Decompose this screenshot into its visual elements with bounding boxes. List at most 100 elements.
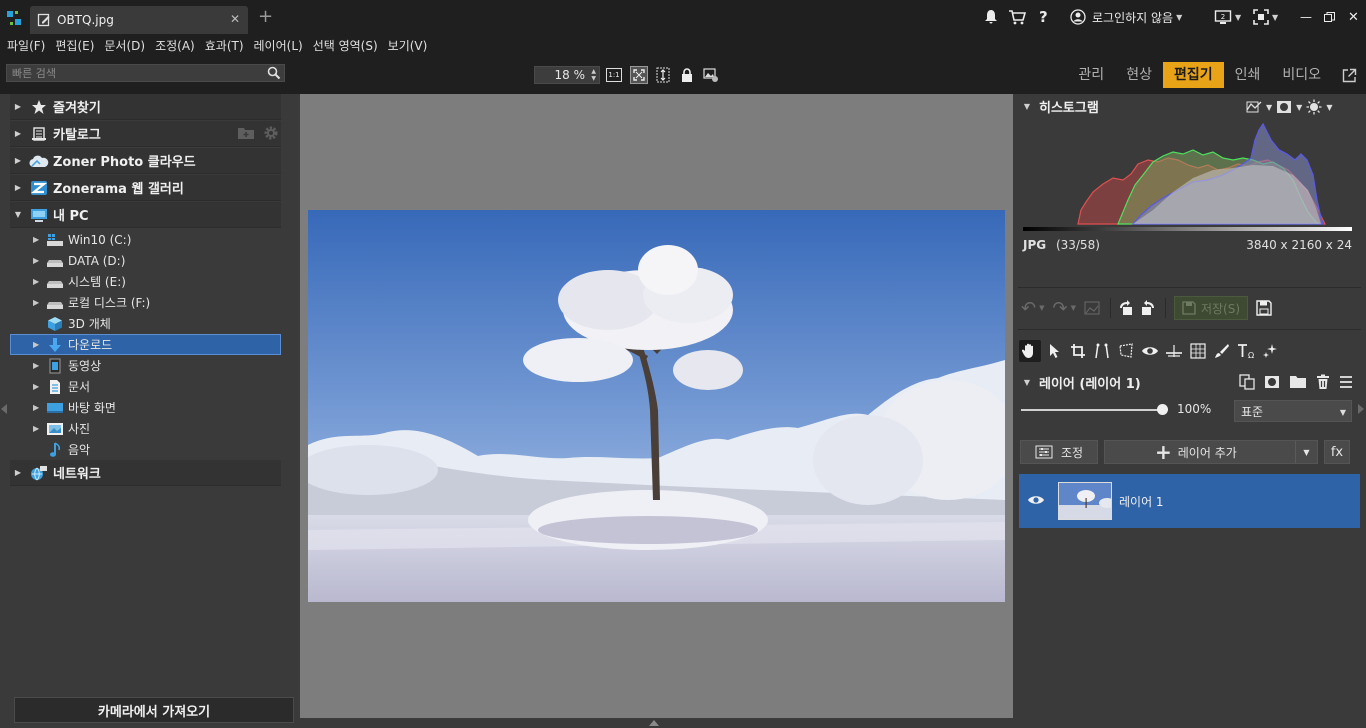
add-folder-icon[interactable] — [237, 125, 255, 144]
import-from-camera-button[interactable]: 카메라에서 가져오기 — [14, 697, 294, 723]
eye-visibility-icon[interactable] — [1027, 494, 1045, 506]
adjustment-layer-button[interactable]: 조정 — [1020, 440, 1098, 464]
tree-item-drive-c[interactable]: ▶ Win10 (C:) — [10, 229, 281, 250]
tree-item-videos[interactable]: ▶ 동영상 — [10, 355, 281, 376]
rotate-right-icon[interactable] — [1139, 299, 1157, 317]
text-tool-icon[interactable]: Ω — [1235, 340, 1257, 362]
chevron-down-icon[interactable]: ▼ — [1071, 304, 1076, 312]
menu-document[interactable]: 문서(D) — [104, 37, 145, 54]
menu-file[interactable]: 파일(F) — [7, 37, 45, 54]
help-icon[interactable]: ? — [1039, 8, 1048, 26]
cart-icon[interactable] — [1008, 8, 1026, 26]
restore-button[interactable] — [1324, 8, 1335, 26]
section-cloud[interactable]: ▶ Zoner Photo 클라우드 — [10, 148, 281, 174]
blend-mode-select[interactable]: 표준 ▼ — [1234, 400, 1352, 422]
brush-icon[interactable] — [1211, 340, 1233, 362]
menu-view[interactable]: 보기(V) — [388, 37, 428, 54]
chevron-down-icon[interactable]: ▼ — [1266, 103, 1272, 112]
zoom-1to1-button[interactable]: 1:1 — [606, 67, 622, 83]
compare-icon[interactable] — [1084, 301, 1100, 315]
tab-video[interactable]: 비디오 — [1271, 62, 1332, 88]
layers-header[interactable]: ▼ 레이어 (레이어 1) — [1019, 370, 1141, 394]
select-arrow-icon[interactable] — [1043, 340, 1065, 362]
minimize-button[interactable]: — — [1300, 8, 1312, 26]
histogram-header[interactable]: ▼ 히스토그램 — [1019, 94, 1099, 118]
lock-zoom-button[interactable] — [679, 67, 695, 83]
zoom-field[interactable]: 18 % ▲ ▼ — [534, 66, 600, 84]
undo-icon[interactable]: ↶ — [1021, 298, 1036, 319]
layer-effects-button[interactable]: fx — [1324, 440, 1350, 464]
layer-row[interactable]: 레이어 1 — [1019, 474, 1360, 528]
section-network[interactable]: ▶ 네트워크 — [10, 460, 281, 486]
photo-image[interactable] — [308, 210, 1005, 602]
straighten-icon[interactable] — [1091, 340, 1113, 362]
section-catalog[interactable]: ▶ 카탈로그 — [10, 121, 281, 147]
tree-item-documents[interactable]: ▶ 문서 — [10, 376, 281, 397]
mask-icon[interactable] — [1276, 100, 1292, 114]
menu-effects[interactable]: 효과(T) — [205, 37, 244, 54]
menu-layer[interactable]: 레이어(L) — [254, 37, 303, 54]
tab-editor[interactable]: 편집기 — [1162, 62, 1224, 88]
perspective-icon[interactable] — [1115, 340, 1137, 362]
search-icon[interactable] — [267, 66, 281, 80]
redo-icon[interactable]: ↷ — [1052, 298, 1067, 319]
fit-height-button[interactable] — [655, 67, 671, 83]
tab-develop[interactable]: 현상 — [1115, 62, 1163, 88]
crop-icon[interactable] — [1067, 340, 1089, 362]
search-input[interactable] — [7, 65, 257, 81]
menu-selection[interactable]: 선택 영역(S) — [313, 37, 378, 54]
grid-transform-icon[interactable] — [1187, 340, 1209, 362]
chevron-down-icon[interactable]: ▼ — [1296, 103, 1302, 112]
tab-manage[interactable]: 관리 — [1067, 62, 1115, 88]
tree-item-desktop[interactable]: ▶ 바탕 화면 — [10, 397, 281, 418]
collapse-right-panel-icon[interactable] — [1358, 404, 1364, 414]
level-horizon-icon[interactable] — [1163, 340, 1185, 362]
effects-sparkle-icon[interactable] — [1259, 340, 1281, 362]
menu-edit[interactable]: 편집(E) — [55, 37, 94, 54]
document-tab[interactable]: OBTQ.jpg ✕ — [30, 6, 248, 34]
external-link-button[interactable] — [1332, 68, 1366, 83]
expand-filmstrip-icon[interactable] — [649, 720, 659, 726]
tree-item-3d-objects[interactable]: 3D 개체 — [10, 313, 281, 334]
tree-item-pictures[interactable]: ▶ 사진 — [10, 418, 281, 439]
close-window-button[interactable]: ✕ — [1348, 8, 1359, 26]
opacity-slider-handle[interactable] — [1157, 404, 1168, 415]
tree-item-music[interactable]: 음악 — [10, 439, 281, 460]
account-menu[interactable]: 로그인하지 않음 ▼ — [1070, 8, 1182, 26]
menu-adjust[interactable]: 조정(A) — [155, 37, 195, 54]
rotate-left-icon[interactable] — [1117, 299, 1135, 317]
duplicate-layer-icon[interactable] — [1239, 374, 1255, 390]
zoom-stepper-icon[interactable]: ▲ ▼ — [591, 68, 596, 82]
section-favorites[interactable]: ▶ 즐겨찾기 — [10, 94, 281, 120]
chevron-down-icon[interactable]: ▼ — [1039, 304, 1044, 312]
image-settings-button[interactable] — [703, 67, 719, 83]
menu-icon[interactable] — [1339, 375, 1353, 389]
chevron-down-icon[interactable]: ▼ — [1295, 441, 1317, 463]
fullscreen-menu[interactable]: ▼ — [1253, 8, 1278, 26]
opacity-slider-track[interactable] — [1021, 409, 1163, 411]
section-my-pc[interactable]: ▼ 내 PC — [10, 202, 281, 228]
collapse-left-panel-icon[interactable] — [1, 404, 7, 414]
tab-close-icon[interactable]: ✕ — [230, 12, 240, 26]
tree-item-drive-f[interactable]: ▶ 로컬 디스크 (F:) — [10, 292, 281, 313]
trash-icon[interactable] — [1316, 374, 1330, 390]
chevron-down-icon[interactable]: ▼ — [1326, 103, 1332, 112]
folder-icon[interactable] — [1289, 375, 1307, 389]
display-menu[interactable]: 2 ▼ — [1214, 8, 1241, 26]
gear-icon[interactable] — [263, 125, 279, 144]
hand-tool-icon[interactable] — [1019, 340, 1041, 362]
tab-print[interactable]: 인쇄 — [1224, 62, 1272, 88]
new-tab-icon[interactable]: + — [258, 8, 273, 26]
tree-item-downloads[interactable]: ▶ 다운로드 — [10, 334, 281, 355]
save-as-icon[interactable] — [1256, 300, 1272, 316]
layer-mask-icon[interactable] — [1264, 375, 1280, 389]
histogram-channel-icon[interactable] — [1246, 100, 1262, 114]
add-layer-button[interactable]: + 레이어 추가 ▼ — [1104, 440, 1318, 464]
tree-item-drive-d[interactable]: ▶ DATA (D:) — [10, 250, 281, 271]
notifications-icon[interactable] — [984, 8, 998, 26]
red-eye-icon[interactable] — [1139, 340, 1161, 362]
brightness-icon[interactable] — [1306, 99, 1322, 115]
section-zonerama[interactable]: ▶ Zonerama 웹 갤러리 — [10, 175, 281, 201]
fit-to-window-button[interactable] — [630, 66, 648, 84]
save-button[interactable]: 저장(S) — [1173, 296, 1248, 320]
